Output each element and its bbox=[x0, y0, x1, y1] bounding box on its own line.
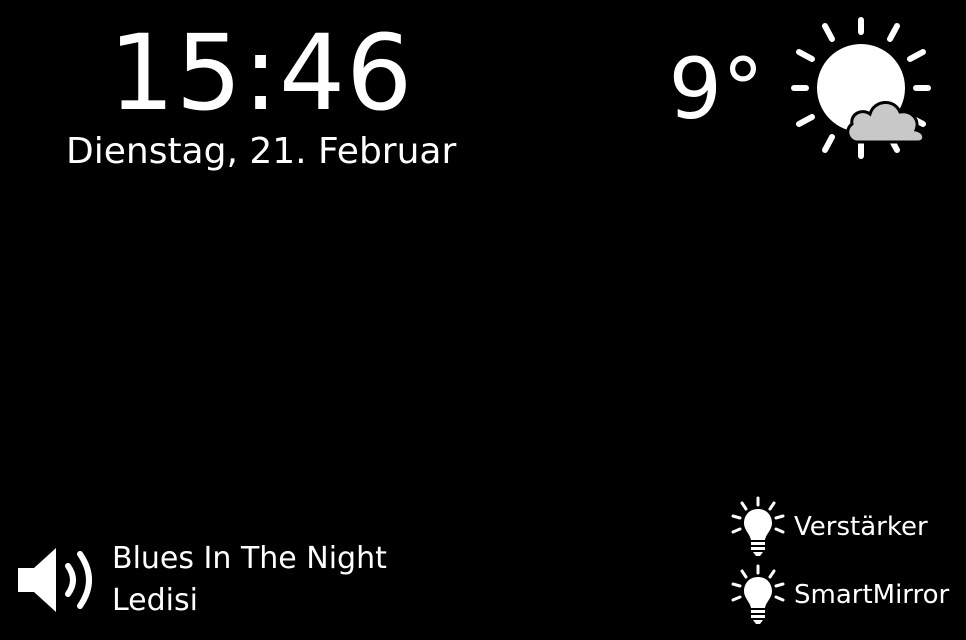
device-label: SmartMirror bbox=[794, 580, 950, 610]
clock-widget: 15:46 Dienstag, 21. Februar bbox=[66, 18, 456, 174]
device-toggle-smartmirror[interactable]: SmartMirror bbox=[730, 564, 966, 626]
sun-behind-cloud-icon bbox=[791, 17, 931, 159]
now-playing-widget: Blues In The Night Ledisi bbox=[14, 538, 387, 622]
device-list: Verstärker SmartMirror bbox=[730, 496, 966, 632]
weather-widget: 9° bbox=[669, 14, 936, 164]
clock-date: Dienstag, 21. Februar bbox=[66, 131, 457, 172]
weather-temperature: 9° bbox=[668, 40, 764, 138]
device-label: Verstärker bbox=[794, 512, 928, 542]
track-title: Blues In The Night bbox=[112, 541, 387, 576]
clock-time: 15:46 bbox=[108, 12, 414, 134]
light-bulb-icon bbox=[731, 564, 785, 624]
device-toggle-verstaerker[interactable]: Verstärker bbox=[730, 496, 966, 558]
track-artist: Ledisi bbox=[112, 583, 198, 618]
speaker-volume-icon[interactable] bbox=[14, 540, 100, 620]
light-bulb-icon bbox=[731, 496, 785, 556]
